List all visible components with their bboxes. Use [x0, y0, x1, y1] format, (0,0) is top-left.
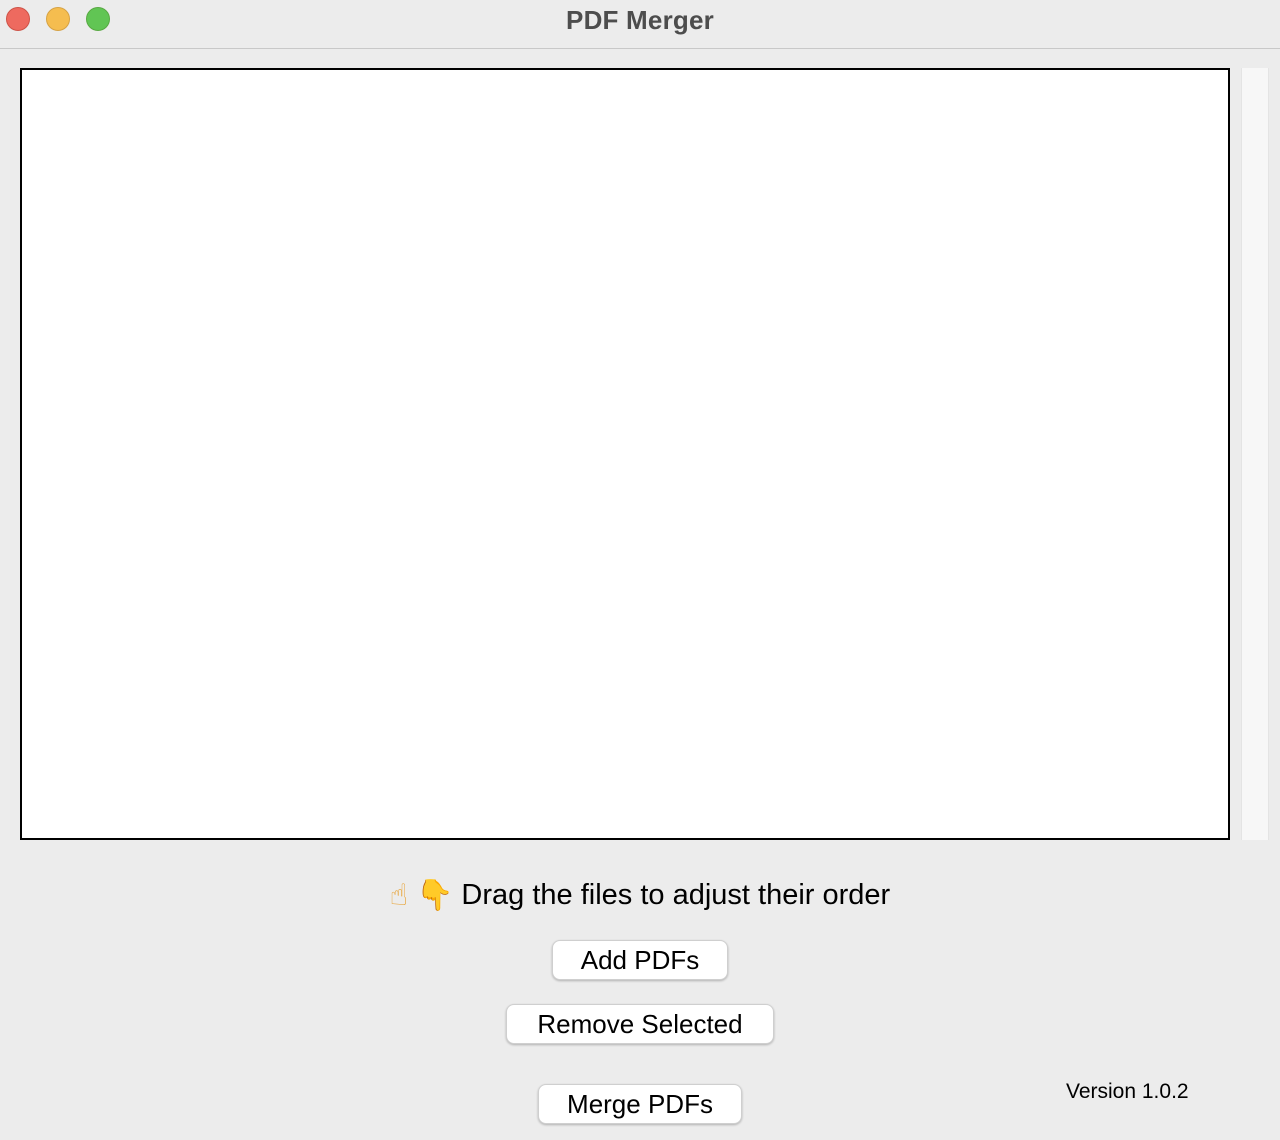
drag-hint: ☝ 👇 Drag the files to adjust their order: [0, 873, 1280, 917]
merge-pdfs-button[interactable]: Merge PDFs: [538, 1084, 742, 1124]
remove-selected-button[interactable]: Remove Selected: [506, 1004, 774, 1044]
title-bar[interactable]: PDF Merger: [0, 0, 1280, 49]
file-list-scrollbar[interactable]: [1241, 68, 1269, 840]
app-window: PDF Merger ☝ 👇 Drag the files to adjust …: [0, 0, 1280, 1140]
window-title: PDF Merger: [566, 5, 714, 35]
drag-hint-text: Drag the files to adjust their order: [461, 878, 891, 911]
version-label: Version 1.0.2: [1066, 1080, 1189, 1103]
add-pdfs-button[interactable]: Add PDFs: [552, 940, 728, 980]
pointing-up-hand-icon: ☝: [389, 877, 409, 913]
pointing-down-hand-icon: 👇: [416, 877, 454, 913]
pdf-file-list[interactable]: [20, 68, 1230, 840]
